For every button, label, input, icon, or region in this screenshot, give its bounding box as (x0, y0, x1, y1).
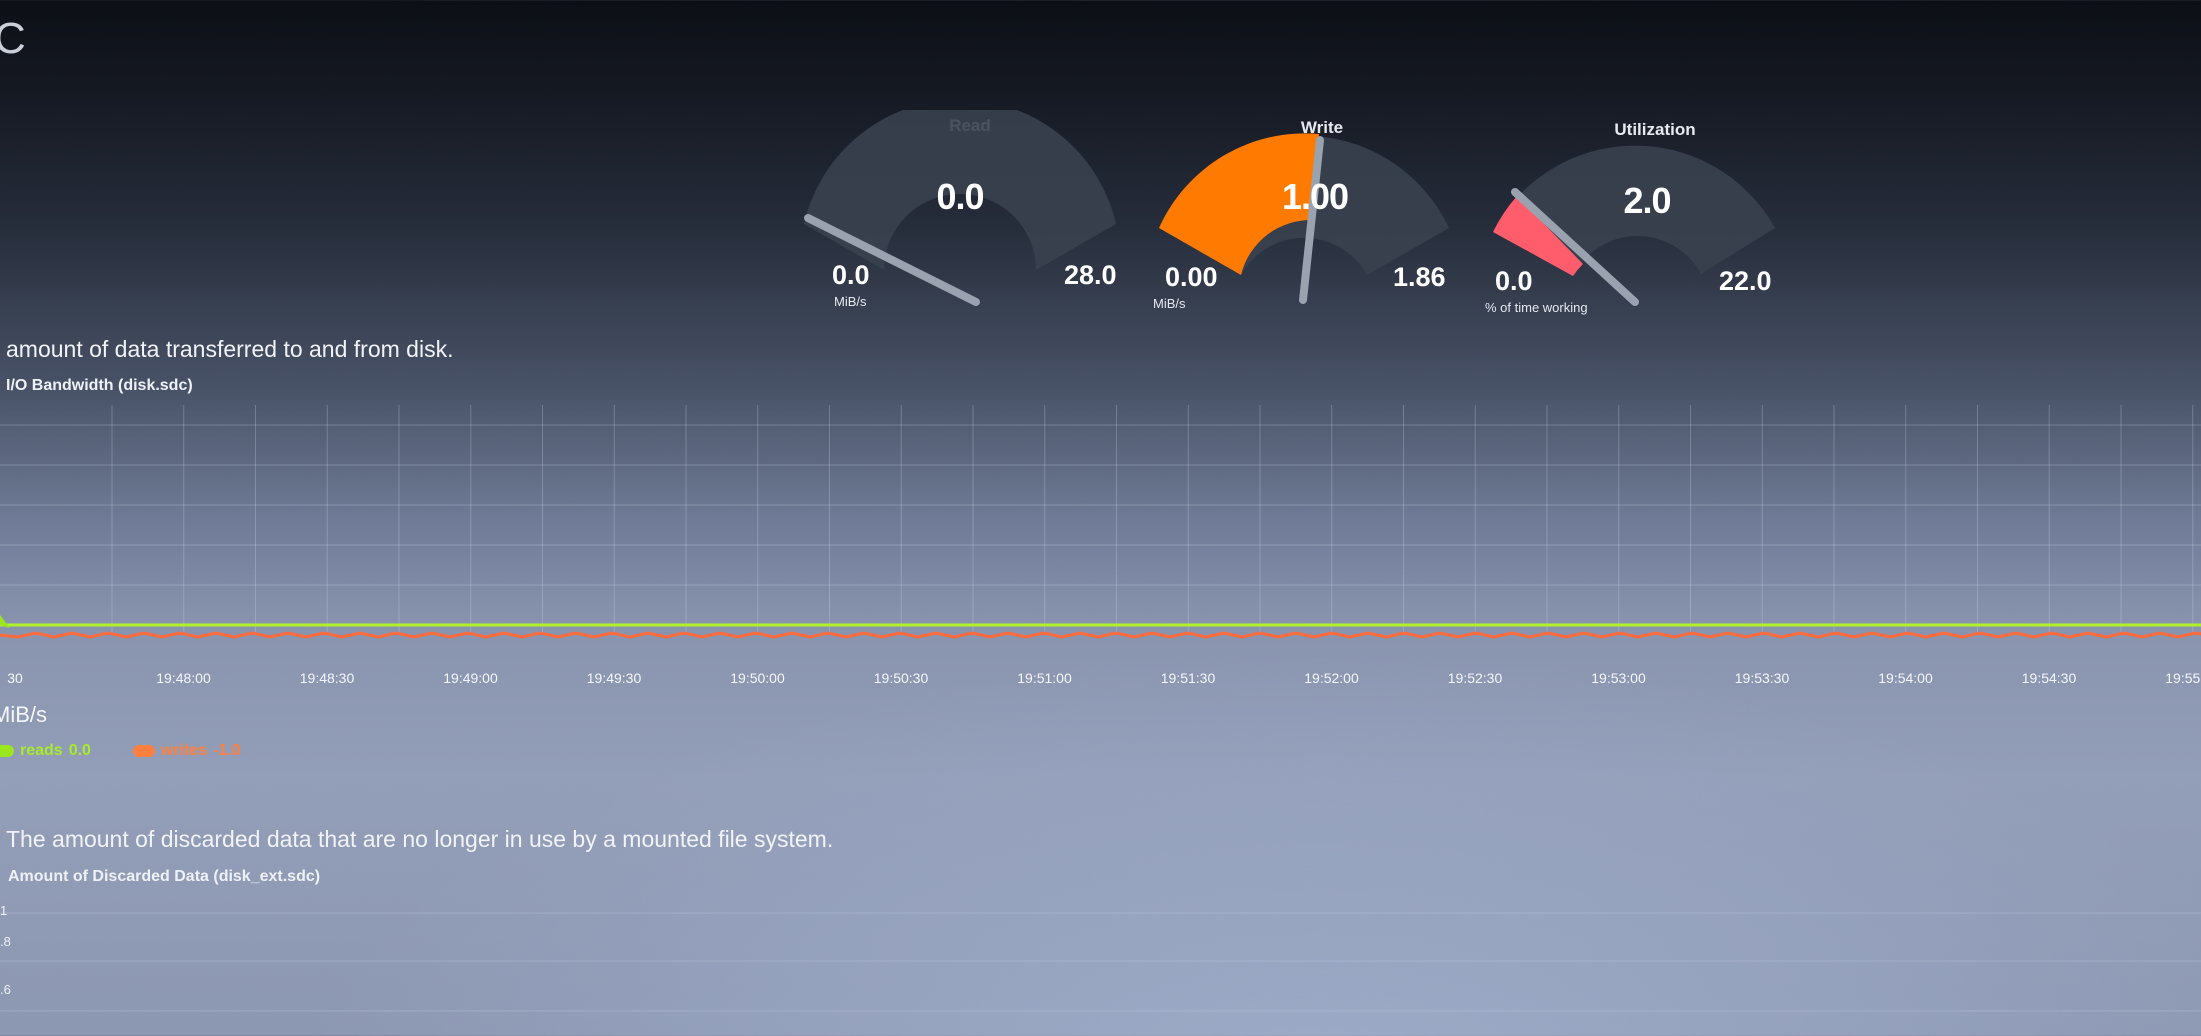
legend-swatch-reads (0, 745, 14, 757)
gauge-unit: MiB/s (1153, 296, 1186, 311)
x-tick-label: 19:54:30 (2021, 670, 2077, 686)
legend-value-writes: -1.0 (213, 742, 241, 759)
x-tick-label: 19:54:00 (1878, 670, 1933, 686)
legend-label-reads: reads (20, 742, 63, 759)
discard-description: The amount of discarded data that are no… (6, 826, 834, 852)
gauge-max: 22.0 (1719, 266, 1772, 296)
gauge-utilization: Utilization 2.0 0.0 22.0 % of time worki… (1455, 112, 1835, 342)
discard-ytick: .6 (0, 982, 11, 997)
gauge-write: Write 1.00 0.00 1.86 MiB/s (1115, 110, 1495, 340)
discard-ytick: .8 (0, 934, 11, 949)
x-tick-label: 19:50:00 (730, 670, 785, 686)
gauge-value: 1.00 (1281, 176, 1349, 217)
gauge-max: 1.86 (1393, 262, 1446, 292)
x-tick-label: 19:48:30 (299, 670, 355, 686)
gauge-read: Read 0.0 0.0 28.0 MiB/s (770, 110, 1150, 340)
legend-value-reads: 0.0 (68, 742, 91, 759)
x-tick-label: 19:53:30 (1734, 670, 1790, 686)
gauge-value: 0.0 (936, 176, 984, 217)
io-legend: reads 0.0 writes -1.0 (0, 742, 241, 760)
chart-grid (0, 405, 2201, 635)
io-description: amount of data transferred to and from d… (6, 336, 454, 362)
gauge-value: 2.0 (1623, 180, 1671, 221)
legend-swatch-writes (132, 745, 155, 757)
x-tick-label: 19:49:00 (443, 670, 498, 686)
gauge-unit: % of time working (1485, 300, 1588, 315)
x-tick-label: 19:48:00 (156, 670, 211, 686)
gauge-max: 28.0 (1064, 260, 1117, 290)
legend-item-reads[interactable]: reads 0.0 (0, 742, 91, 760)
gauge-arc-read (804, 110, 1116, 306)
io-chart[interactable] (0, 395, 2201, 665)
legend-label-writes: writes (160, 742, 208, 759)
io-chart-title: I/O Bandwidth (disk.sdc) (6, 377, 193, 394)
x-tick-label: 19:51:00 (1017, 670, 1072, 686)
gauge-min: 0.00 (1165, 262, 1218, 292)
gauge-min: 0.0 (1495, 266, 1533, 296)
x-tick-label: 19:55:00 (2165, 670, 2201, 686)
legend-item-writes[interactable]: writes -1.0 (132, 742, 241, 760)
x-tick-label: 19:52:00 (1304, 670, 1359, 686)
x-tick-label: 19:53:00 (1591, 670, 1646, 686)
x-tick-label: 30 (7, 670, 23, 686)
series-writes-line (0, 631, 2201, 639)
discard-chart[interactable] (0, 885, 2201, 1036)
x-tick-label: 19:50:30 (873, 670, 929, 686)
discard-chart-title: Amount of Discarded Data (disk_ext.sdc) (8, 868, 321, 885)
x-tick-label: 19:52:30 (1447, 670, 1503, 686)
gauge-unit: MiB/s (834, 294, 867, 309)
x-tick-label: 19:49:30 (586, 670, 642, 686)
discard-ytick: 1 (0, 903, 8, 918)
io-unit-label: MiB/s (0, 702, 47, 727)
io-x-axis: 30 19:48:00 19:48:30 19:49:00 19:49:30 19:50:… (0, 670, 2201, 694)
x-tick-label: 19:51:30 (1160, 670, 1216, 686)
page-title: C (0, 14, 26, 63)
gauge-min: 0.0 (832, 260, 870, 290)
